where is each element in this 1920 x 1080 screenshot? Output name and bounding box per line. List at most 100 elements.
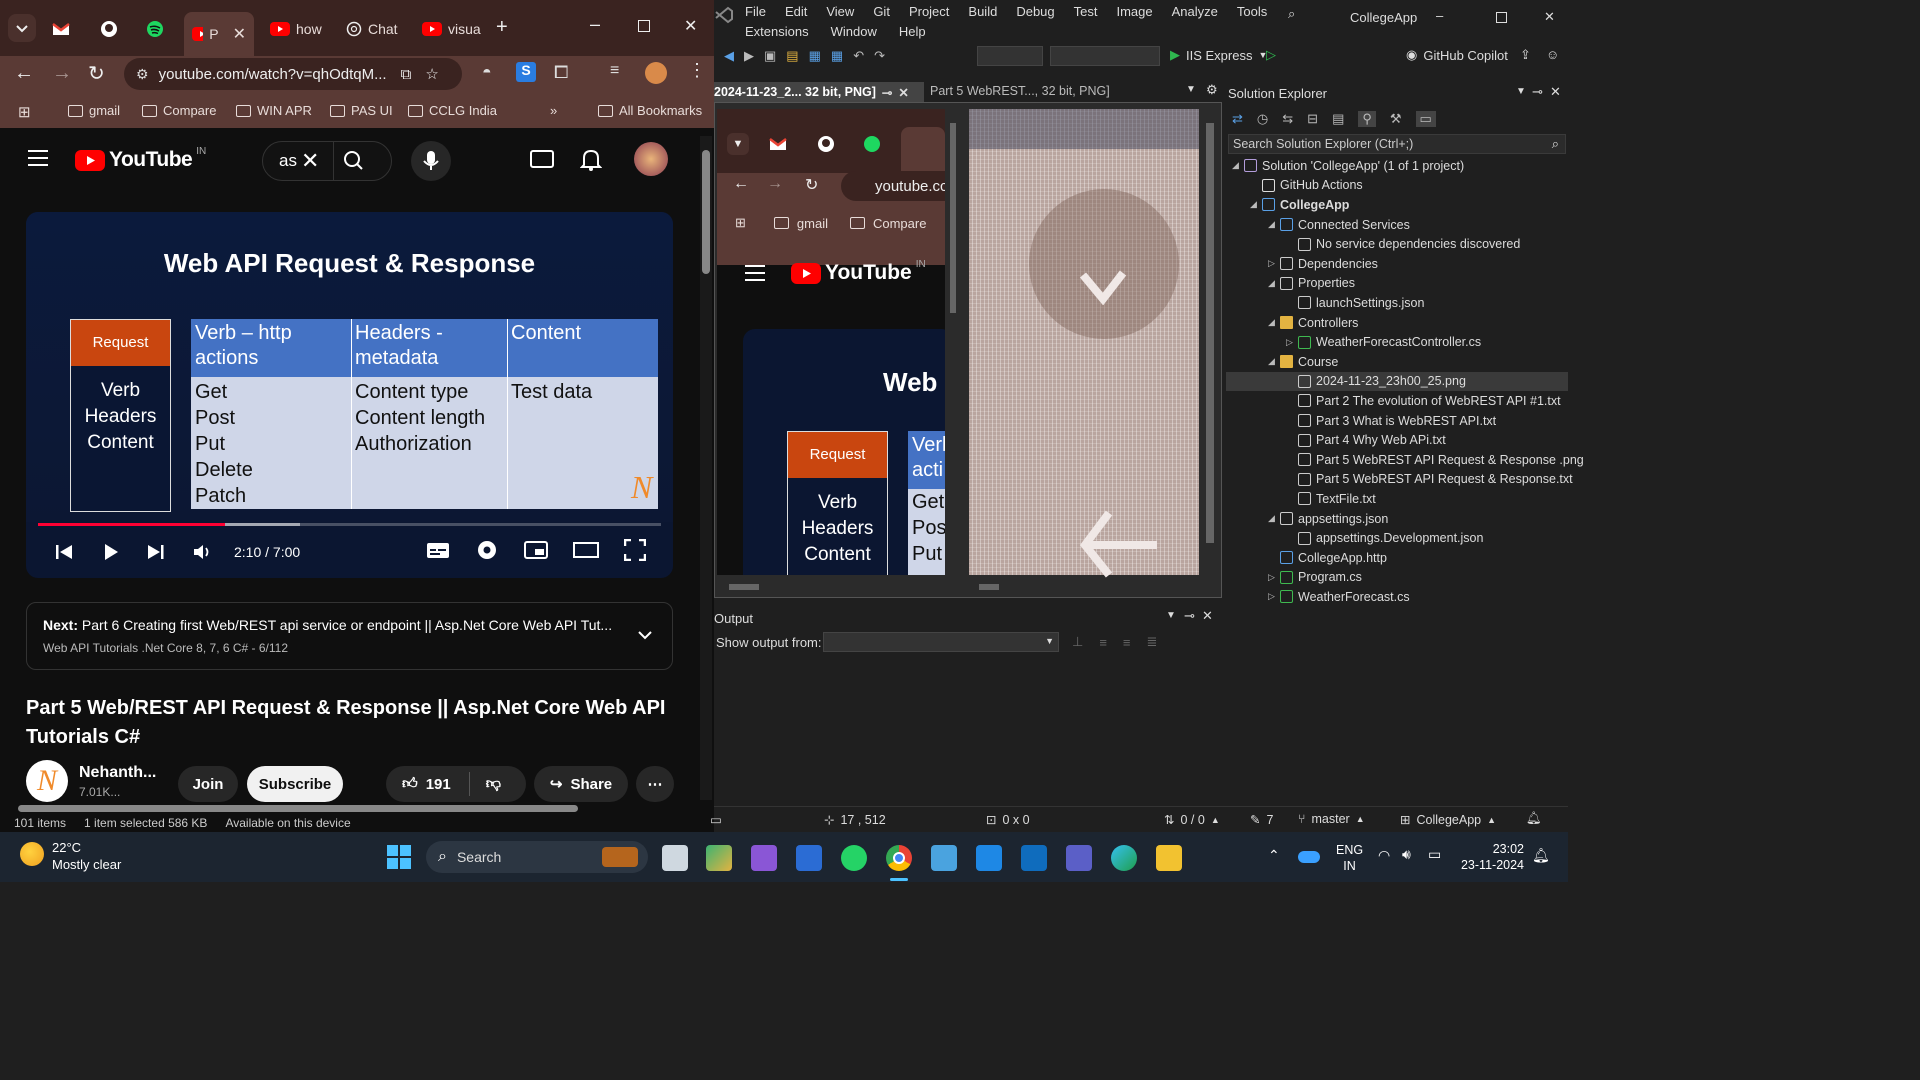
- next-message-icon[interactable]: ≡: [1123, 635, 1131, 650]
- tab-chatgpt[interactable]: Chat: [346, 14, 410, 44]
- notifications-bell-icon[interactable]: 🔔︎: [1526, 811, 1542, 826]
- start-without-debug-icon[interactable]: ▷: [1266, 47, 1276, 63]
- more-actions-button[interactable]: ⋯: [636, 766, 674, 802]
- tree-item[interactable]: ▷ Program.cs: [1226, 568, 1568, 588]
- more-bookmarks-icon[interactable]: »: [550, 103, 557, 118]
- bell-icon[interactable]: [580, 148, 602, 172]
- previous-icon[interactable]: [54, 542, 76, 562]
- menu-view[interactable]: View: [826, 4, 854, 19]
- panel-dropdown-icon[interactable]: ▼: [1516, 86, 1526, 97]
- media-controls-icon[interactable]: ≡: [610, 62, 619, 80]
- image-viewer[interactable]: ▼ ← → ↻ youtube.cc ⊞ gmail Compare YouTub…: [714, 102, 1222, 598]
- preview-horizontal-scrollbar[interactable]: [721, 581, 947, 593]
- tree-item[interactable]: TextFile.txt: [1226, 489, 1568, 509]
- theater-mode-icon[interactable]: [573, 540, 599, 560]
- close-icon[interactable]: ✕: [1550, 84, 1561, 100]
- switch-views-icon[interactable]: ⇆: [1282, 111, 1293, 127]
- volume-icon[interactable]: [192, 542, 214, 562]
- doc-tab-active[interactable]: 2024-11-23_2... 32 bit, PNG] ⊸ ✕: [714, 82, 924, 102]
- menu-file[interactable]: File: [745, 4, 766, 19]
- progress-bar[interactable]: [38, 523, 661, 526]
- collapse-arrow-icon[interactable]: ◢: [1268, 317, 1280, 328]
- tree-item[interactable]: Part 5 WebREST API Request & Response.tx…: [1226, 470, 1573, 490]
- subscribe-button[interactable]: Subscribe: [247, 766, 343, 802]
- back-arrow-icon[interactable]: ←: [14, 62, 34, 85]
- sync-icon[interactable]: ⇄: [1232, 111, 1243, 127]
- scroll-thumb[interactable]: [18, 805, 578, 812]
- collapse-all-icon[interactable]: ⊟: [1307, 111, 1318, 127]
- git-branch[interactable]: ⑂ master ▲: [1298, 812, 1365, 826]
- bookmark-gmail[interactable]: gmail: [68, 103, 120, 118]
- menu-help[interactable]: Help: [899, 24, 926, 39]
- tree-item[interactable]: ◢ Controllers: [1226, 313, 1568, 333]
- join-button[interactable]: Join: [178, 766, 238, 802]
- visual-studio-icon[interactable]: [751, 845, 777, 871]
- windows-start-icon[interactable]: [387, 845, 411, 869]
- video-player[interactable]: Web API Request & Response Request Verb …: [26, 212, 673, 578]
- navigate-back-icon[interactable]: ◀: [724, 48, 734, 64]
- next-title[interactable]: Part 6 Creating first Web/REST api servi…: [82, 617, 612, 633]
- panel-dropdown-icon[interactable]: ▼: [1166, 610, 1176, 621]
- menu-edit[interactable]: Edit: [785, 4, 807, 19]
- menu-extensions[interactable]: Extensions: [745, 24, 809, 39]
- bookmark-compare[interactable]: Compare: [142, 103, 216, 118]
- chevron-down-icon[interactable]: [637, 629, 653, 641]
- zoom-horizontal-scrollbar[interactable]: [969, 581, 1195, 593]
- maximize-button[interactable]: [638, 20, 650, 32]
- search-input[interactable]: as: [279, 151, 297, 171]
- scroll-thumb[interactable]: [702, 150, 710, 274]
- volume-icon[interactable]: 🔊︎: [1402, 846, 1411, 863]
- edge-icon[interactable]: [1111, 845, 1137, 871]
- tree-item[interactable]: ▷ WeatherForecastController.cs: [1226, 332, 1568, 352]
- platform-dropdown[interactable]: [1050, 46, 1160, 66]
- search-icon[interactable]: ⌕: [1288, 6, 1295, 22]
- properties-icon[interactable]: ⚒: [1390, 111, 1402, 127]
- maximize-button[interactable]: [1496, 12, 1507, 23]
- bookmark-pas-ui[interactable]: PAS UI: [330, 103, 393, 118]
- tree-item[interactable]: ◢ Properties: [1226, 274, 1568, 294]
- search-box[interactable]: as ✕: [262, 141, 392, 181]
- close-icon[interactable]: ✕: [898, 85, 908, 100]
- play-icon[interactable]: [100, 542, 122, 562]
- menu-git[interactable]: Git: [873, 4, 890, 19]
- output-status-icon[interactable]: ▭: [710, 812, 722, 827]
- subtitles-icon[interactable]: [426, 540, 450, 560]
- close-icon[interactable]: ✕: [1202, 608, 1213, 624]
- search-icon[interactable]: [334, 141, 374, 181]
- user-avatar[interactable]: [634, 142, 668, 176]
- show-all-files-icon[interactable]: ▤: [1332, 111, 1344, 127]
- tree-item[interactable]: launchSettings.json: [1226, 293, 1568, 313]
- clock[interactable]: 23:02 23-11-2024: [1460, 841, 1524, 873]
- new-project-icon[interactable]: ▣: [764, 48, 776, 64]
- open-file-icon[interactable]: ▤: [786, 48, 798, 64]
- filter-icon[interactable]: ⚲: [1358, 111, 1376, 127]
- tree-item[interactable]: No service dependencies discovered: [1226, 234, 1568, 254]
- extensions-puzzle-icon[interactable]: ⧠: [554, 62, 568, 83]
- chrome-icon[interactable]: [886, 845, 912, 871]
- collapse-arrow-icon[interactable]: ◢: [1250, 199, 1262, 210]
- forward-arrow-icon[interactable]: →: [52, 62, 72, 85]
- tab-list-dropdown-icon[interactable]: ▼: [1186, 84, 1196, 95]
- thumbs-down-icon[interactable]: 👎︎: [486, 775, 501, 793]
- onedrive-icon[interactable]: [1298, 851, 1320, 863]
- next-icon[interactable]: [144, 542, 166, 562]
- address-bar[interactable]: ⚙ youtube.com/watch?v=qhOdtqM... ⧉ ☆: [124, 58, 462, 90]
- hamburger-menu-icon[interactable]: [28, 150, 48, 166]
- pin-icon[interactable]: ⊸: [1184, 608, 1195, 624]
- vscode-icon[interactable]: [976, 845, 1002, 871]
- doc-tab-inactive[interactable]: Part 5 WebREST..., 32 bit, PNG]: [930, 84, 1110, 98]
- tree-item[interactable]: ◢ Solution 'CollegeApp' (1 of 1 project): [1226, 156, 1568, 176]
- miniplayer-icon[interactable]: [524, 540, 548, 560]
- settings-gear-icon[interactable]: [475, 538, 499, 562]
- run-button[interactable]: ▶ IIS Express ▼: [1170, 47, 1267, 63]
- language-indicator[interactable]: ENG IN: [1336, 842, 1363, 874]
- extension-icon[interactable]: ◓: [482, 64, 492, 82]
- create-video-icon[interactable]: [530, 150, 554, 168]
- save-all-icon[interactable]: ▦: [831, 48, 843, 64]
- tree-item[interactable]: appsettings.Development.json: [1226, 528, 1568, 548]
- bookmark-cclg-india[interactable]: CCLG India: [408, 103, 497, 118]
- fullscreen-icon[interactable]: [624, 539, 646, 561]
- site-info-icon[interactable]: ⚙: [136, 66, 149, 83]
- navigate-forward-icon[interactable]: ▶: [744, 48, 754, 64]
- youtube-logo[interactable]: YouTube IN: [75, 146, 206, 172]
